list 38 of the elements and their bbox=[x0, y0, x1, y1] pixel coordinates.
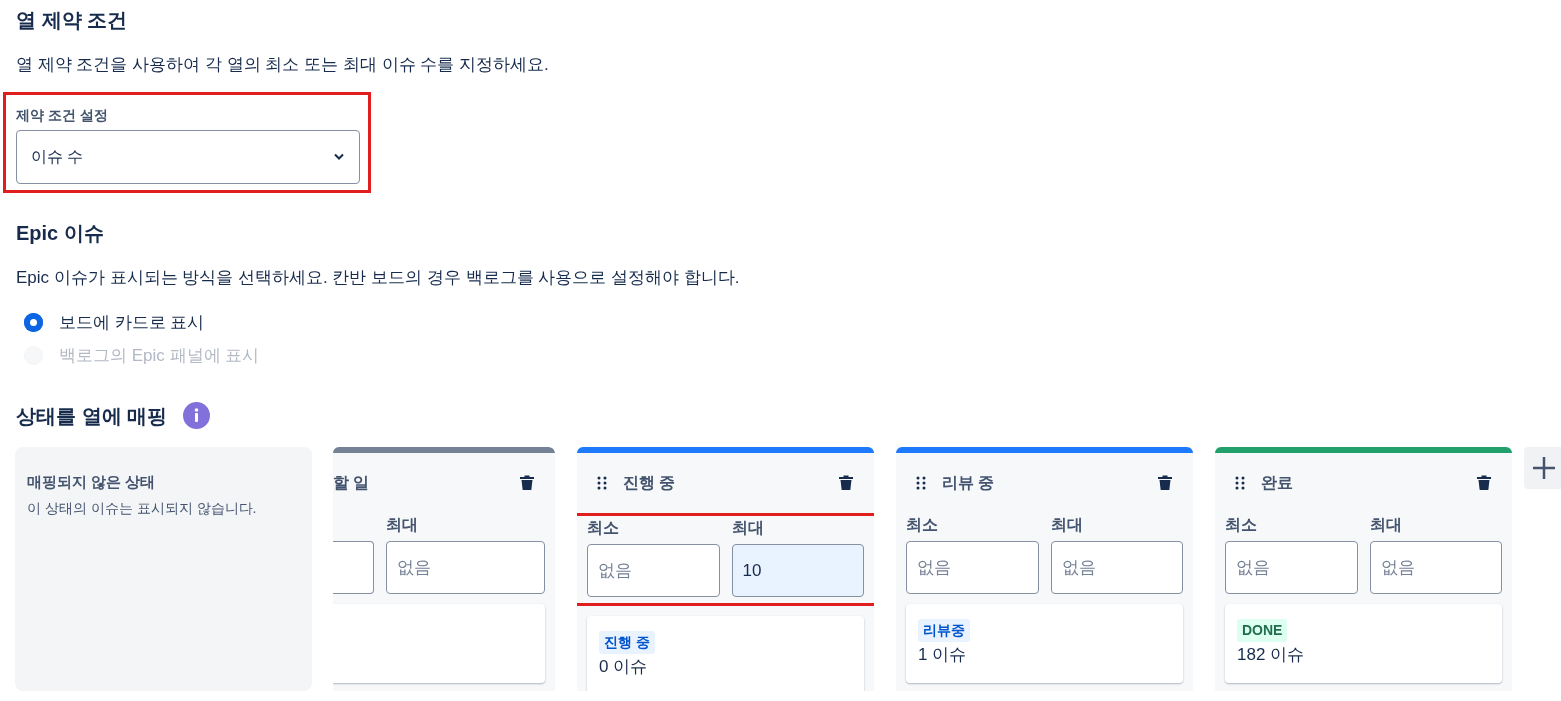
option-label: 보드에 카드로 표시 bbox=[59, 311, 205, 334]
column-title: 할 일 bbox=[333, 473, 370, 493]
section-description: 열 제약 조건을 사용하여 각 열의 최소 또는 최대 이슈 수를 지정하세요. bbox=[16, 54, 550, 76]
status-lozenge: DONE bbox=[1237, 619, 1288, 642]
column-title: 완료 bbox=[1261, 473, 1293, 493]
limit-input[interactable]: 없음 bbox=[386, 541, 545, 594]
issue-count: 182 이슈 bbox=[1237, 644, 1306, 666]
limit-input[interactable]: 없음 bbox=[1369, 541, 1502, 594]
limit-input[interactable]: 10 bbox=[731, 544, 864, 597]
panel-description: 이 상태의 이슈는 표시되지 않습니다. bbox=[27, 498, 258, 518]
issue-count: 0 이슈 bbox=[599, 656, 649, 678]
limit-input[interactable]: 없음 bbox=[1050, 541, 1183, 594]
section-heading: Epic 이슈 bbox=[16, 220, 105, 245]
status-card[interactable]: DONE 182 이슈 bbox=[1225, 604, 1502, 683]
dropdown-select[interactable]: 이슈 수 bbox=[16, 129, 360, 184]
field-label: 최소 bbox=[1225, 515, 1258, 535]
column-title: 진행 중 bbox=[623, 473, 676, 493]
field-label: 최소 bbox=[587, 518, 620, 538]
field-label: 최대 bbox=[1050, 515, 1084, 535]
field-label: 최대 bbox=[386, 515, 419, 535]
field-label: 제약 조건 설정 bbox=[16, 105, 109, 125]
section-heading: 열 제약 조건 bbox=[16, 8, 129, 32]
field-label: 최대 bbox=[731, 518, 765, 538]
limit-input[interactable]: 없음 bbox=[906, 541, 1039, 594]
column-title: 리뷰 중 bbox=[942, 473, 995, 493]
limit-input[interactable]: 없음 bbox=[587, 544, 720, 597]
status-card[interactable]: 리뷰중 1 이슈 bbox=[906, 604, 1183, 683]
section-heading: 상태를 열에 매핑 bbox=[16, 403, 168, 428]
panel-title: 매핑되지 않은 상태 bbox=[27, 472, 157, 492]
limit-input[interactable]: 없음 bbox=[1225, 541, 1358, 594]
status-lozenge: 리뷰중 bbox=[918, 619, 970, 642]
status-lozenge: 진행 중 bbox=[599, 631, 655, 654]
status-card[interactable]: 진행 중 0 이슈 bbox=[587, 616, 864, 691]
issue-count: 1 이슈 bbox=[918, 644, 968, 666]
field-label: 최대 bbox=[1369, 515, 1403, 535]
section-description: Epic 이슈가 표시되는 방식을 선택하세요. 칸반 보드의 경우 백로그를 사용으로 설정해야 합니다. bbox=[16, 266, 741, 289]
option-label: 백로그의 Epic 패널에 표시 bbox=[59, 344, 260, 367]
field-label: 최소 bbox=[906, 515, 939, 535]
